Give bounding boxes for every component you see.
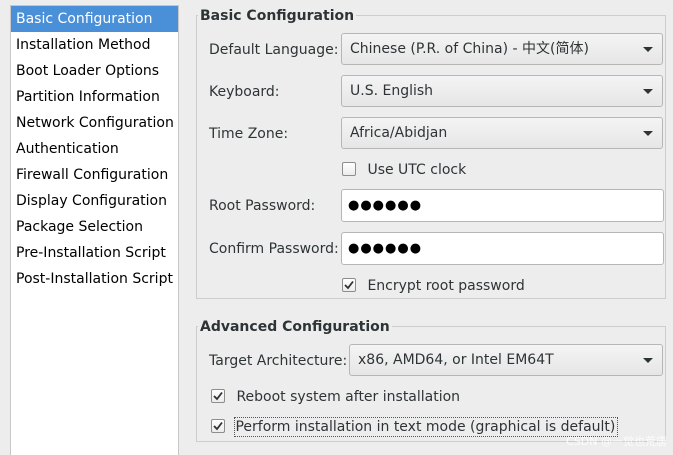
utc-clock-checkbox-row[interactable]: Use UTC clock bbox=[342, 161, 466, 179]
utc-clock-checkbox[interactable] bbox=[342, 162, 356, 176]
root-password-label: Root Password: bbox=[209, 198, 316, 214]
chevron-down-icon bbox=[643, 358, 653, 363]
sidebar-item-pre-installation-script[interactable]: Pre-Installation Script bbox=[11, 240, 178, 266]
encrypt-password-label[interactable]: Encrypt root password bbox=[367, 277, 524, 295]
reboot-checkbox-row[interactable]: Reboot system after installation bbox=[211, 388, 460, 406]
sidebar-item-package-selection[interactable]: Package Selection bbox=[11, 214, 178, 240]
checkmark-icon bbox=[213, 421, 223, 431]
watermark: CSDN @一觉也荒唐 bbox=[566, 435, 667, 448]
time-zone-value: Africa/Abidjan bbox=[350, 125, 448, 141]
sidebar-item-network-configuration[interactable]: Network Configuration bbox=[11, 110, 178, 136]
reboot-checkbox[interactable] bbox=[211, 389, 225, 403]
sidebar-item-installation-method[interactable]: Installation Method bbox=[11, 32, 178, 58]
target-architecture-dropdown[interactable]: x86, AMD64, or Intel EM64T bbox=[349, 344, 663, 376]
chevron-down-icon bbox=[643, 47, 653, 52]
utc-clock-label[interactable]: Use UTC clock bbox=[367, 161, 466, 179]
text-mode-label[interactable]: Perform installation in text mode (graph… bbox=[234, 417, 619, 437]
section-list[interactable]: Basic Configuration Installation Method … bbox=[10, 5, 179, 455]
keyboard-value: U.S. English bbox=[350, 83, 434, 99]
time-zone-dropdown[interactable]: Africa/Abidjan bbox=[341, 117, 663, 149]
sidebar-item-display-configuration[interactable]: Display Configuration bbox=[11, 188, 178, 214]
chevron-down-icon bbox=[643, 131, 653, 136]
sidebar-item-boot-loader-options[interactable]: Boot Loader Options bbox=[11, 58, 178, 84]
basic-configuration-title: Basic Configuration bbox=[198, 7, 357, 25]
keyboard-dropdown[interactable]: U.S. English bbox=[341, 75, 663, 107]
sidebar-item-post-installation-script[interactable]: Post-Installation Script bbox=[11, 266, 178, 292]
sidebar-item-partition-information[interactable]: Partition Information bbox=[11, 84, 178, 110]
default-language-label: Default Language: bbox=[209, 42, 339, 58]
checkmark-icon bbox=[213, 391, 223, 401]
encrypt-password-checkbox-row[interactable]: Encrypt root password bbox=[342, 277, 525, 295]
keyboard-label: Keyboard: bbox=[209, 84, 280, 100]
confirm-password-label: Confirm Password: bbox=[209, 241, 339, 257]
sidebar-item-basic-configuration[interactable]: Basic Configuration bbox=[11, 6, 178, 32]
encrypt-password-checkbox[interactable] bbox=[342, 278, 356, 292]
text-mode-checkbox[interactable] bbox=[211, 419, 225, 433]
checkmark-icon bbox=[344, 280, 354, 290]
advanced-configuration-title: Advanced Configuration bbox=[198, 318, 392, 336]
default-language-dropdown[interactable]: Chinese (P.R. of China) - 中文(简体) bbox=[341, 33, 663, 65]
reboot-label[interactable]: Reboot system after installation bbox=[236, 388, 460, 406]
default-language-value: Chinese (P.R. of China) - 中文(简体) bbox=[350, 41, 589, 57]
time-zone-label: Time Zone: bbox=[209, 126, 289, 142]
confirm-password-input[interactable]: ●●●●●● bbox=[341, 232, 664, 265]
text-mode-checkbox-row[interactable]: Perform installation in text mode (graph… bbox=[211, 417, 619, 437]
root-password-input[interactable]: ●●●●●● bbox=[341, 189, 664, 222]
target-architecture-value: x86, AMD64, or Intel EM64T bbox=[358, 352, 554, 368]
sidebar-item-firewall-configuration[interactable]: Firewall Configuration bbox=[11, 162, 178, 188]
sidebar-item-authentication[interactable]: Authentication bbox=[11, 136, 178, 162]
target-architecture-label: Target Architecture: bbox=[209, 353, 348, 369]
chevron-down-icon bbox=[643, 89, 653, 94]
